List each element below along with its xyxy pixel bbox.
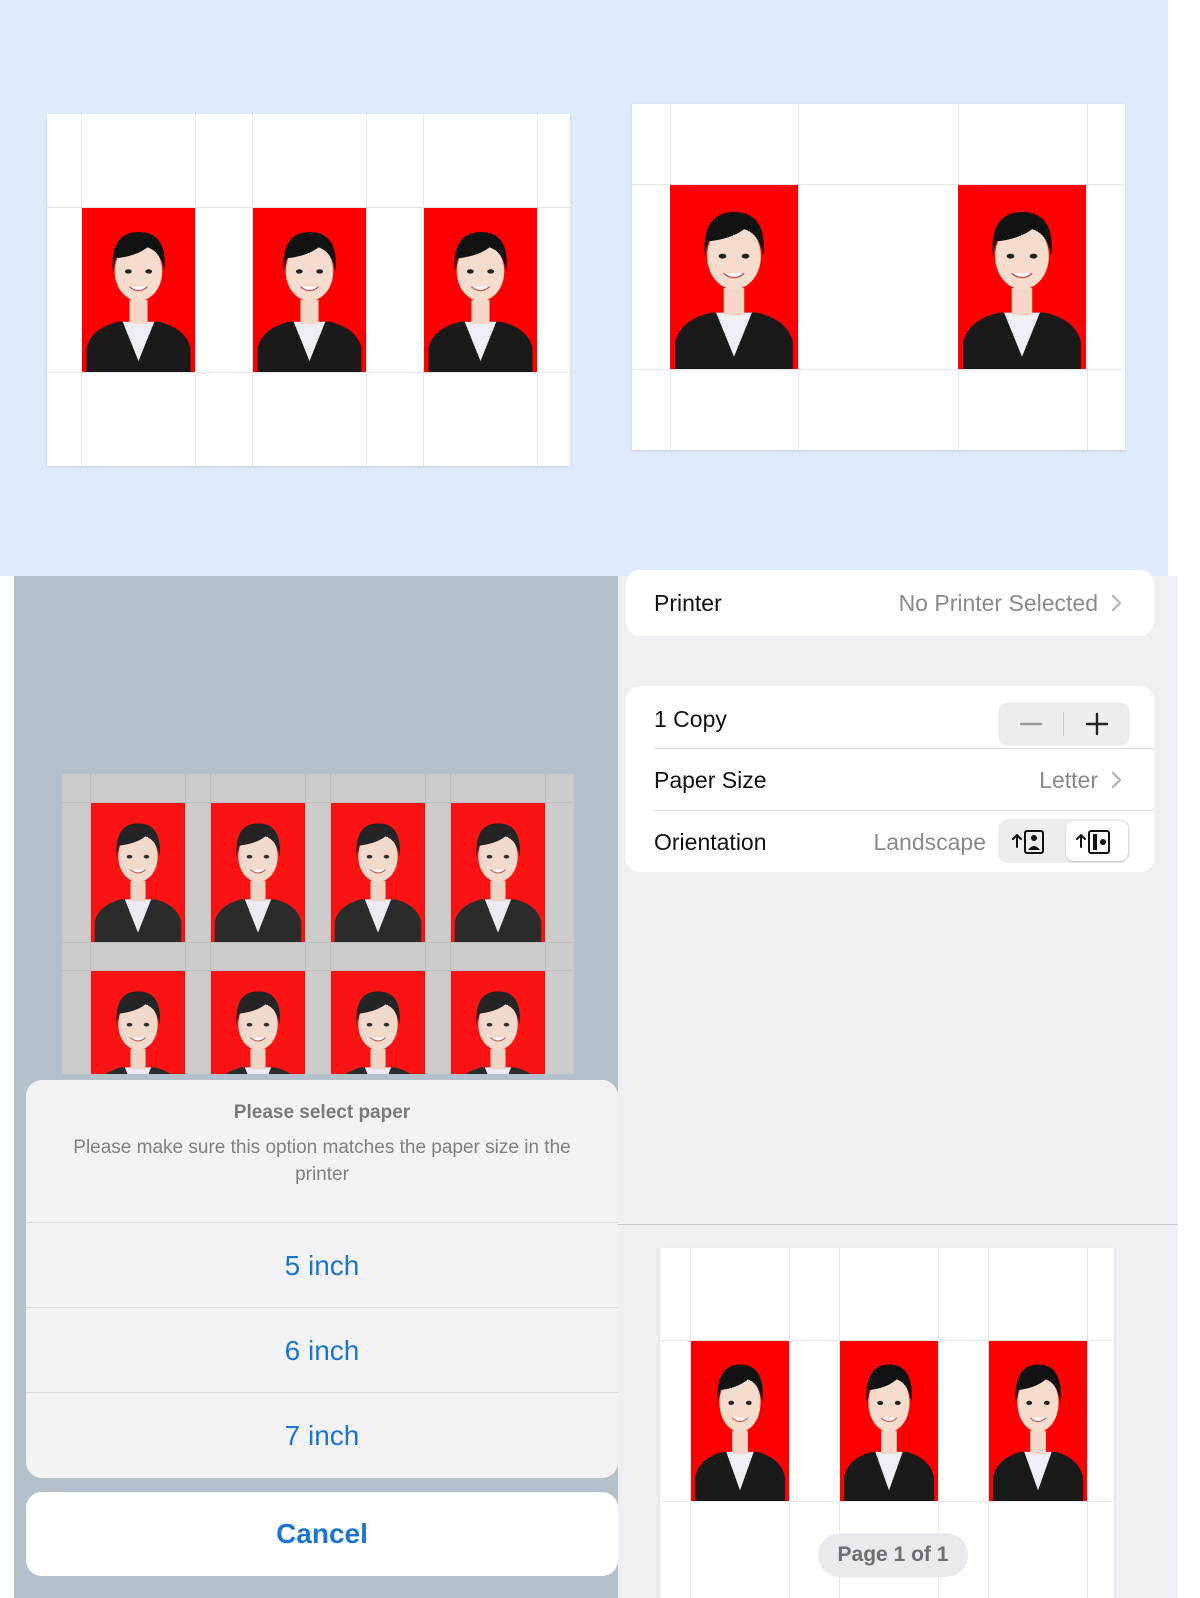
landscape-orientation-button[interactable]	[1066, 821, 1128, 861]
printer-label: Printer	[654, 590, 722, 616]
chevron-right-icon	[1111, 594, 1122, 612]
decrement-button[interactable]	[998, 702, 1064, 746]
option-7-inch[interactable]: 7 inch	[26, 1392, 618, 1478]
id-photo	[82, 208, 195, 372]
id-photo	[958, 185, 1086, 369]
id-photo	[211, 803, 305, 942]
orientation-label: Orientation	[654, 829, 767, 855]
id-photo	[331, 803, 425, 942]
orientation-row: Orientation Landscape	[626, 810, 1154, 872]
copies-label: 1 Copy	[654, 706, 727, 732]
id-photo	[91, 803, 185, 942]
sheet-preview-eight-photos	[62, 774, 574, 1074]
id-photo	[670, 185, 798, 369]
orientation-segmented-control	[998, 819, 1130, 863]
id-photo	[91, 971, 185, 1074]
id-photo	[451, 803, 545, 942]
paper-size-label: Paper Size	[654, 767, 767, 793]
print-settings-card: 1 Copy Paper Size Letter Orientation Lan…	[626, 686, 1154, 872]
landscape-icon	[1076, 830, 1110, 854]
id-photo	[424, 208, 537, 372]
portrait-orientation-button[interactable]	[1000, 821, 1062, 861]
paper-size-value: Letter	[1039, 767, 1098, 793]
action-sheet-message: Please make sure this option matches the…	[73, 1137, 571, 1185]
chevron-right-icon	[1111, 771, 1122, 789]
option-5-inch[interactable]: 5 inch	[26, 1222, 618, 1308]
sheet-preview-two-photos	[632, 104, 1125, 450]
copies-stepper	[998, 702, 1130, 746]
paper-size-row[interactable]: Paper Size Letter	[626, 748, 1154, 810]
increment-button[interactable]	[1064, 702, 1130, 746]
minus-icon	[1019, 722, 1043, 726]
id-photo	[253, 208, 366, 372]
printer-row[interactable]: Printer No Printer Selected	[626, 570, 1154, 636]
portrait-icon	[1012, 830, 1044, 854]
orientation-value: Landscape	[873, 829, 986, 855]
page-indicator: Page 1 of 1	[818, 1533, 968, 1577]
print-options-panel: Printer No Printer Selected 1 Copy Paper…	[618, 570, 1178, 1598]
id-photo	[211, 971, 305, 1074]
sheet-preview-three-photos	[47, 114, 570, 466]
id-photo	[331, 971, 425, 1074]
top-preview-area	[0, 0, 1168, 576]
cancel-button[interactable]: Cancel	[26, 1492, 618, 1576]
id-photo	[989, 1341, 1087, 1501]
id-photo	[451, 971, 545, 1074]
action-sheet-title: Please select paper	[233, 1102, 411, 1123]
paper-select-action-sheet: Please select paper Please make sure thi…	[26, 1080, 618, 1478]
id-photo	[691, 1341, 789, 1501]
plus-icon	[1085, 712, 1109, 736]
printer-value: No Printer Selected	[898, 590, 1098, 616]
id-photo	[840, 1341, 938, 1501]
option-6-inch[interactable]: 6 inch	[26, 1307, 618, 1393]
